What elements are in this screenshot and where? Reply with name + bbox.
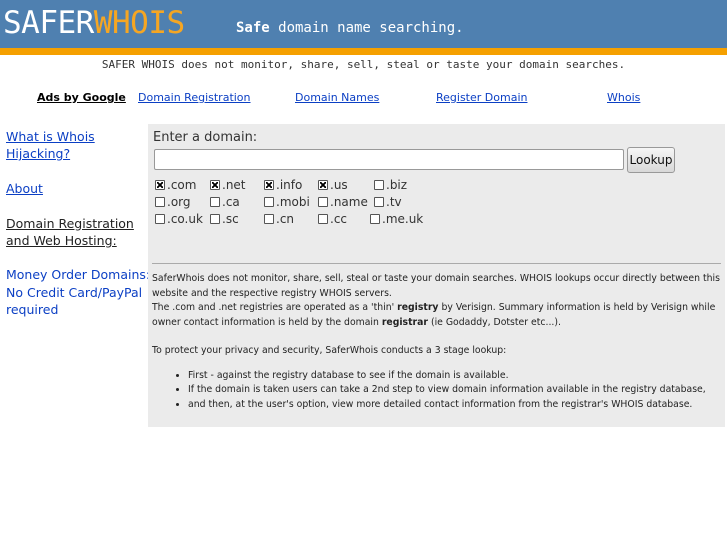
tld-label: .us	[330, 178, 348, 192]
tld-label: .me.uk	[382, 212, 424, 226]
logo-safer-text: SAFER	[3, 5, 94, 41]
lookup-step: If the domain is taken users can take a …	[188, 383, 722, 398]
tld-label: .tv	[386, 195, 402, 209]
site-logo[interactable]: SAFERWHOIS	[3, 5, 185, 41]
info-paragraph-1: SaferWhois does not monitor, share, sell…	[152, 273, 720, 299]
info-paragraph-3: To protect your privacy and security, Sa…	[152, 345, 507, 356]
tld-label: .sc	[222, 212, 239, 226]
tld-option-couk[interactable]: .co.uk	[155, 212, 203, 226]
tld-checkbox[interactable]	[210, 214, 220, 224]
sidebar-link-whois-hijacking[interactable]: What is Whois Hijacking?	[6, 128, 95, 162]
header-bar: SAFERWHOIS Safe domain name searching.	[0, 0, 727, 48]
privacy-notice: SAFER WHOIS does not monitor, share, sel…	[101, 58, 626, 71]
lookup-panel: Enter a domain: Lookup .com .net .info .us.…	[148, 124, 725, 427]
ad-link-domain-names[interactable]: Domain Names	[295, 91, 379, 104]
tld-label: .com	[167, 178, 197, 192]
logo-whois-text: WHOIS	[93, 5, 185, 41]
tld-label: .net	[222, 178, 246, 192]
sidebar-link-hijacking-line1: What is Whois	[6, 129, 95, 144]
tagline-rest: domain name searching.	[269, 20, 464, 36]
tld-option-biz[interactable]: .biz	[374, 178, 407, 192]
sidebar-link-about[interactable]: About	[6, 180, 43, 197]
sidebar-link-hosting-line2: and Web Hosting:	[6, 233, 117, 248]
info-p2-part-e: (ie Godaddy, Dotster etc...).	[427, 316, 561, 328]
lookup-steps-list: First - against the registry database to…	[152, 369, 722, 413]
info-text: SaferWhois does not monitor, share, sell…	[152, 272, 722, 412]
tld-checkbox[interactable]	[264, 180, 274, 190]
tld-checkbox[interactable]	[370, 214, 380, 224]
tld-option-cn[interactable]: .cn	[264, 212, 294, 226]
domain-input-label: Enter a domain:	[153, 130, 258, 145]
tld-checkbox[interactable]	[155, 197, 165, 207]
sidebar-link-hosting-line1: Domain Registration	[6, 216, 134, 231]
accent-divider	[0, 48, 727, 55]
tld-option-ca[interactable]: .ca	[210, 195, 240, 209]
tld-checkbox[interactable]	[374, 197, 384, 207]
sidebar-money-order-domains[interactable]: Money Order Domains: No Credit Card/PayP…	[6, 266, 151, 319]
tld-option-meuk[interactable]: .me.uk	[370, 212, 423, 226]
ad-link-whois[interactable]: Whois	[607, 91, 640, 104]
money-line3: required	[6, 302, 59, 317]
tld-checkbox[interactable]	[318, 214, 328, 224]
ads-by-google-link[interactable]: Ads by Google	[37, 91, 126, 104]
tld-label: .ca	[222, 195, 240, 209]
tld-option-mobi[interactable]: .mobi	[264, 195, 310, 209]
info-p2-part-a: The .com and .net registries are operate…	[152, 302, 398, 313]
tld-label: .cn	[276, 212, 295, 226]
lookup-button[interactable]: Lookup	[627, 147, 675, 173]
tld-label: .org	[167, 195, 191, 209]
money-line1: Money Order Domains:	[6, 267, 151, 282]
tld-checkbox[interactable]	[210, 197, 220, 207]
tld-label: .mobi	[276, 195, 310, 209]
tld-label: .biz	[386, 178, 408, 192]
info-p2-registrar: registrar	[381, 316, 428, 328]
tld-checkbox[interactable]	[318, 180, 328, 190]
tld-checkbox[interactable]	[264, 197, 274, 207]
info-paragraph-2: The .com and .net registries are operate…	[152, 301, 722, 330]
lookup-step: First - against the registry database to…	[188, 369, 722, 384]
tld-label: .info	[276, 178, 303, 192]
tld-option-sc[interactable]: .sc	[210, 212, 239, 226]
tld-checkbox[interactable]	[374, 180, 384, 190]
sidebar-link-hijacking-line2: Hijacking?	[6, 146, 71, 161]
tld-option-org[interactable]: .org	[155, 195, 191, 209]
tagline-bold: Safe	[236, 20, 270, 36]
tld-option-net[interactable]: .net	[210, 178, 246, 192]
tld-checkbox[interactable]	[155, 214, 165, 224]
ad-bar: Ads by Google Domain Registration Domain…	[0, 91, 727, 107]
lookup-step: and then, at the user's option, view mor…	[188, 398, 722, 413]
tld-option-tv[interactable]: .tv	[374, 195, 402, 209]
tld-option-info[interactable]: .info	[264, 178, 302, 192]
tld-checkbox[interactable]	[210, 180, 220, 190]
tld-checkbox[interactable]	[155, 180, 165, 190]
tld-option-cc[interactable]: .cc	[318, 212, 347, 226]
tld-option-name[interactable]: .name	[318, 195, 368, 209]
ad-link-register-domain[interactable]: Register Domain	[436, 91, 527, 104]
info-p2-registry: registry	[397, 302, 439, 313]
tld-option-us[interactable]: .us	[318, 178, 348, 192]
ad-link-domain-registration[interactable]: Domain Registration	[138, 91, 251, 104]
tld-label: .co.uk	[167, 212, 203, 226]
tld-label: .cc	[330, 212, 348, 226]
tld-checkbox[interactable]	[264, 214, 274, 224]
money-line2: No Credit Card/PayPal	[6, 284, 143, 300]
tld-option-com[interactable]: .com	[155, 178, 196, 192]
tagline: Safe domain name searching.	[236, 20, 464, 36]
tld-checkbox[interactable]	[318, 197, 328, 207]
sidebar-link-domain-hosting[interactable]: Domain Registration and Web Hosting:	[6, 215, 134, 249]
section-divider	[152, 263, 721, 264]
domain-search-input[interactable]	[154, 149, 624, 170]
tld-label: .name	[330, 195, 368, 209]
